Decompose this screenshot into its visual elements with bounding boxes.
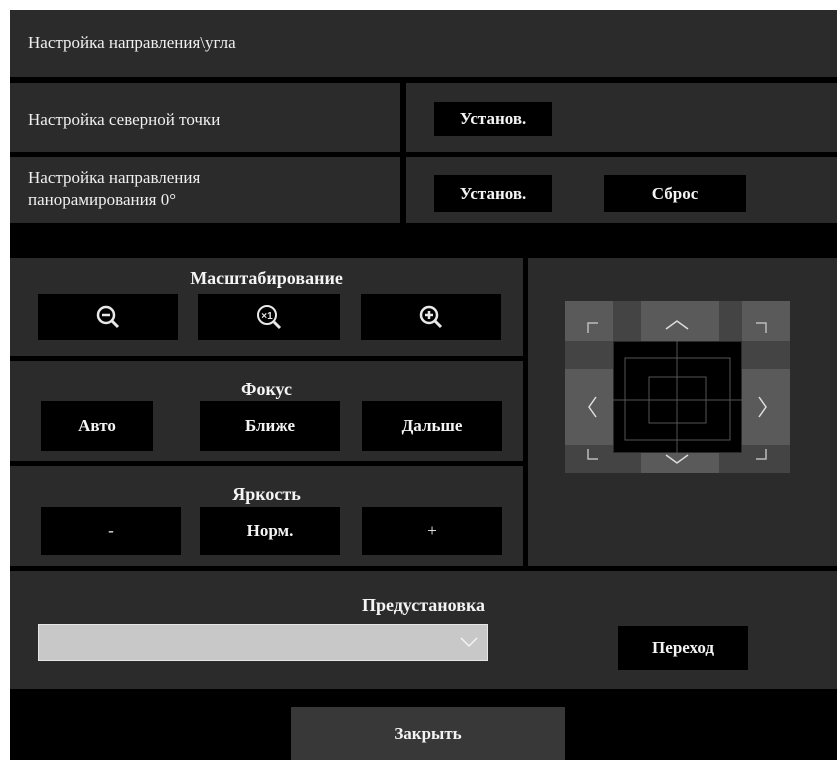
north-controls-cell: Установ. — [406, 83, 837, 152]
pan0-label: Настройка направления панорамирования 0° — [28, 168, 201, 209]
north-label-cell: Настройка северной точки — [10, 83, 400, 152]
pan0-set-button[interactable]: Установ. — [434, 175, 552, 212]
chevron-down-icon — [460, 637, 478, 648]
brightness-plus-button[interactable]: + — [362, 507, 502, 555]
preset-go-button[interactable]: Переход — [618, 626, 748, 670]
zoom-x1-icon: ×1 — [257, 305, 282, 330]
focus-section: Фокус Авто Ближе Дальше — [10, 361, 523, 461]
pan0-controls-cell: Установ. Сброс — [406, 157, 837, 223]
page-title: Настройка направления\угла — [28, 33, 236, 52]
focus-far-button[interactable]: Дальше — [362, 401, 502, 451]
ptz-left-button[interactable] — [565, 369, 613, 445]
preset-section: Предустановка Переход — [10, 571, 837, 689]
ptz-up-left-button[interactable] — [565, 301, 613, 341]
zoom-in-button[interactable] — [361, 294, 501, 340]
brightness-section: Яркость - Норм. + — [10, 466, 523, 566]
zoom-section: Масштабирование ×1 — [10, 258, 523, 356]
preset-title: Предустановка — [361, 595, 486, 615]
ptz-view-area[interactable] — [613, 341, 742, 453]
title-row: Настройка направления\угла — [10, 10, 837, 77]
focus-near-button[interactable]: Ближе — [200, 401, 340, 451]
brightness-normal-button[interactable]: Норм. — [200, 507, 340, 555]
ptz-pad — [565, 301, 790, 473]
zoom-out-icon — [96, 305, 120, 329]
focus-title: Фокус — [240, 379, 292, 399]
north-set-button[interactable]: Установ. — [434, 102, 552, 136]
zoom-out-button[interactable] — [38, 294, 178, 340]
zoom-x1-button[interactable]: ×1 — [198, 294, 340, 340]
focus-auto-button[interactable]: Авто — [41, 401, 153, 451]
brightness-title: Яркость — [232, 484, 301, 504]
close-button[interactable]: Закрыть — [291, 707, 565, 760]
preset-select[interactable] — [38, 624, 488, 661]
ptz-down-left-button[interactable] — [565, 445, 613, 473]
ptz-down-right-button[interactable] — [742, 445, 790, 473]
north-label: Настройка северной точки — [28, 110, 221, 129]
ptz-up-button[interactable] — [641, 301, 719, 341]
zoom-x1-text: ×1 — [261, 311, 273, 322]
pan0-label-cell: Настройка направления панорамирования 0° — [10, 157, 400, 223]
brightness-minus-button[interactable]: - — [41, 507, 181, 555]
zoom-in-icon — [419, 305, 443, 329]
pan0-reset-button[interactable]: Сброс — [604, 175, 746, 212]
ptz-up-right-button[interactable] — [742, 301, 790, 341]
zoom-title: Масштабирование — [190, 268, 343, 288]
ptz-right-button[interactable] — [742, 369, 790, 445]
